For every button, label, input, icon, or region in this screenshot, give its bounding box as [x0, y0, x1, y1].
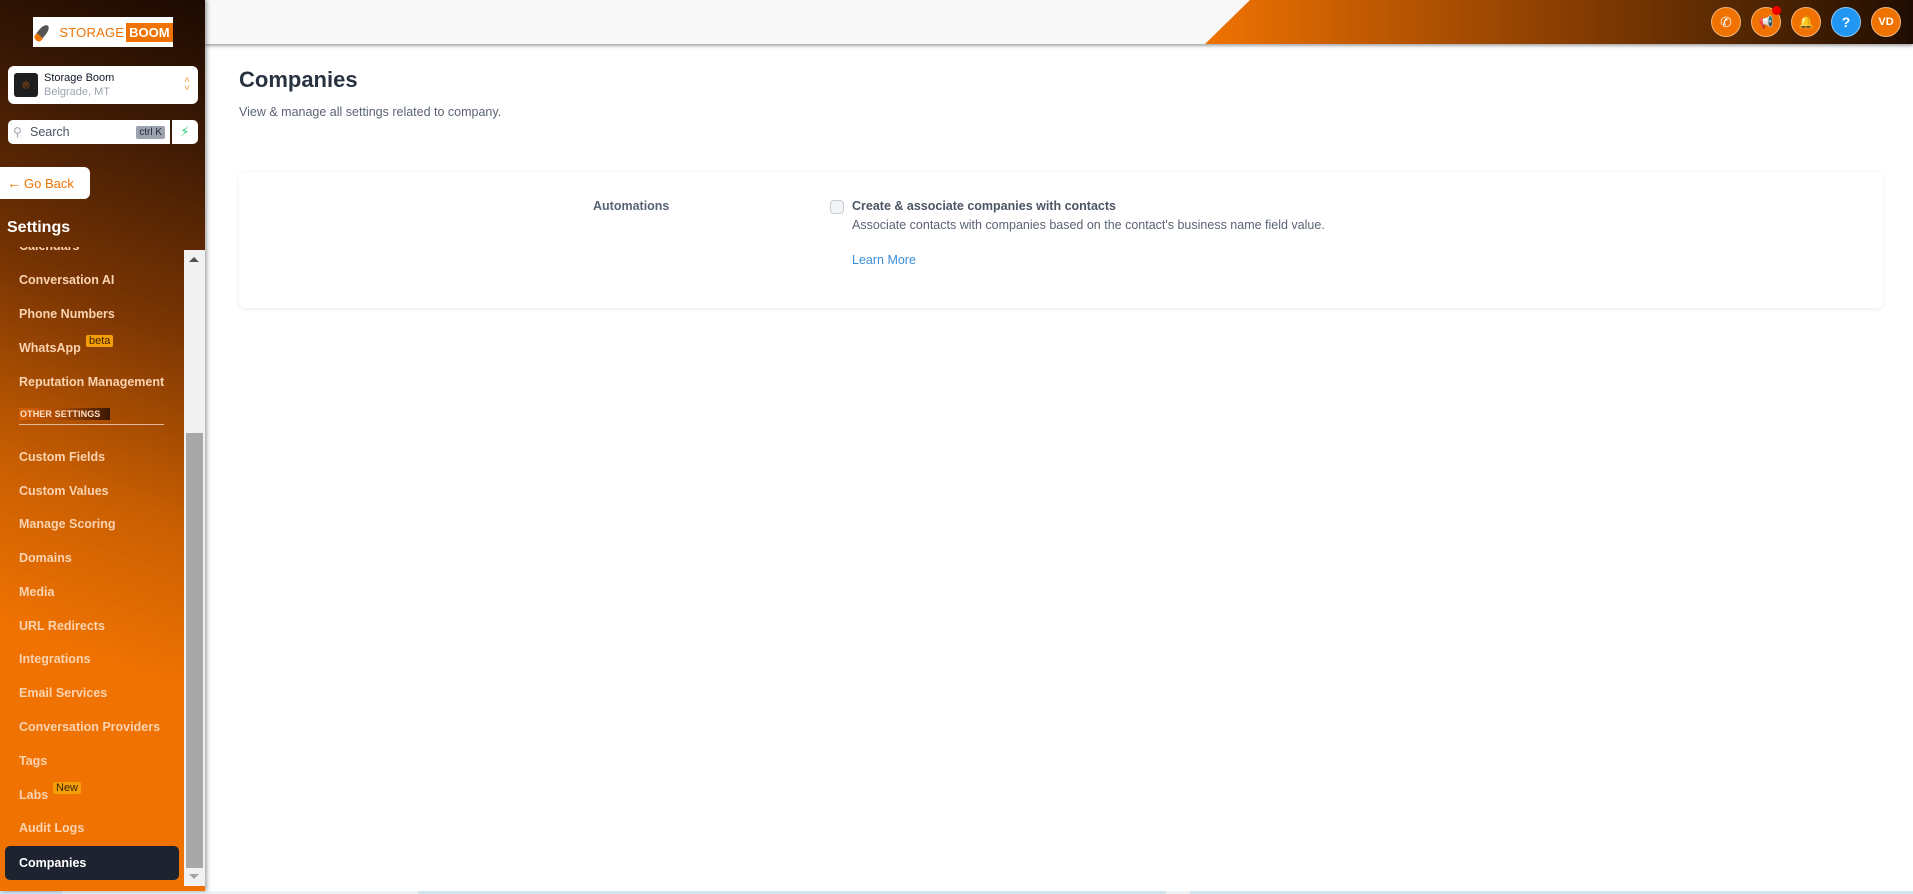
help-icon: ?: [1841, 14, 1851, 30]
phone-button[interactable]: ✆: [1711, 7, 1741, 37]
sidebar: STORAGE BOOM ⌾ Storage Boom Belgrade, MT…: [0, 0, 205, 891]
sidebar-scrollbar[interactable]: [184, 250, 205, 886]
top-header: ✆ 📢 🔔 ? VD: [205, 0, 1913, 44]
sidebar-item-whatsapp[interactable]: WhatsApp beta: [19, 335, 114, 355]
option-description: Associate contacts with companies based …: [852, 218, 1325, 232]
header-actions: ✆ 📢 🔔 ? VD: [1711, 6, 1901, 37]
sidebar-item-tags[interactable]: Tags: [19, 754, 47, 768]
location-switcher[interactable]: ⌾ Storage Boom Belgrade, MT ˄ ˅: [8, 66, 198, 104]
search-icon: ⚲: [13, 125, 22, 139]
page-title: Companies: [239, 67, 358, 92]
go-back-label: Go Back: [24, 175, 74, 191]
sidebar-item-label: Labs: [19, 788, 49, 802]
sidebar-item-label: Domains: [19, 551, 72, 565]
create-associate-companies-checkbox[interactable]: [830, 200, 844, 214]
sidebar-item-custom-fields[interactable]: Custom Fields: [19, 450, 105, 464]
automations-label: Automations: [593, 199, 670, 213]
section-divider: [19, 424, 164, 425]
sidebar-item-label: URL Redirects: [19, 619, 105, 633]
sidebar-item-label: Phone Numbers: [19, 307, 115, 321]
sidebar-item-domains[interactable]: Domains: [19, 551, 72, 565]
location-address: Belgrade, MT: [44, 86, 111, 98]
search-shortcut-badge: ctrl K: [136, 125, 165, 139]
scrollbar-thumb[interactable]: [186, 433, 203, 868]
user-initials: VD: [1878, 16, 1894, 28]
sidebar-item-label: Integrations: [19, 652, 91, 666]
sidebar-item-label: Manage Scoring: [19, 517, 116, 531]
sidebar-item-manage-scoring[interactable]: Manage Scoring: [19, 517, 116, 531]
learn-more-link[interactable]: Learn More: [852, 253, 916, 267]
notifications-button[interactable]: 🔔: [1791, 7, 1821, 37]
sidebar-item-label: Email Services: [19, 686, 108, 700]
sidebar-item-audit-logs[interactable]: Audit Logs: [19, 821, 84, 835]
logo-text-storage: STORAGE: [59, 24, 125, 40]
bell-icon: 🔔: [1798, 15, 1814, 29]
arrow-left-icon: ←: [7, 175, 21, 191]
location-pin-icon: ⌾: [14, 73, 38, 97]
sidebar-item-conversation-ai[interactable]: Conversation AI: [19, 273, 114, 287]
automations-card: Automations Create & associate companies…: [239, 172, 1883, 308]
notification-dot: [1772, 6, 1781, 15]
sidebar-item-label: Tags: [19, 754, 48, 768]
scroll-down-arrow-icon[interactable]: [189, 874, 199, 879]
sidebar-item-label: Reputation Management: [19, 375, 165, 389]
sidebar-item-label: Custom Values: [19, 484, 109, 498]
new-badge: New: [53, 782, 82, 794]
location-name: Storage Boom: [44, 72, 115, 84]
quick-action-button[interactable]: ⚡: [172, 120, 198, 144]
sidebar-item-labs[interactable]: Labs New: [19, 782, 82, 802]
sidebar-item-label: WhatsApp: [19, 341, 81, 355]
settings-heading: Settings: [7, 219, 71, 236]
user-avatar[interactable]: VD: [1871, 7, 1901, 37]
lightning-icon: ⚡: [180, 124, 190, 139]
sidebar-item-media[interactable]: Media: [19, 585, 54, 599]
sidebar-item-email-services[interactable]: Email Services: [19, 686, 107, 700]
sidebar-item-phone-numbers[interactable]: Phone Numbers: [19, 307, 115, 321]
option-title: Create & associate companies with contac…: [852, 199, 1116, 213]
go-back-button[interactable]: ← Go Back: [0, 167, 90, 199]
storage-boom-logo[interactable]: STORAGE BOOM: [33, 17, 173, 47]
search-input[interactable]: ⚲ Search ctrl K: [8, 120, 170, 144]
sidebar-item-integrations[interactable]: Integrations: [19, 652, 91, 666]
rocket-icon: [33, 22, 55, 43]
sidebar-item-label: Custom Fields: [19, 450, 106, 464]
settings-menu: Calendars Conversation AI Phone Numbers …: [0, 247, 184, 887]
sidebar-item-label: Conversation AI: [19, 273, 115, 287]
sidebar-item-label: Audit Logs: [19, 821, 85, 835]
logo-text-boom: BOOM: [126, 22, 173, 42]
sidebar-item-url-redirects[interactable]: URL Redirects: [19, 619, 105, 633]
chevron-up-down-icon: ˄ ˅: [184, 75, 190, 94]
phone-icon: ✆: [1720, 13, 1732, 30]
help-button[interactable]: ?: [1831, 7, 1861, 37]
search-placeholder: Search: [30, 125, 70, 139]
sidebar-item-custom-values[interactable]: Custom Values: [19, 484, 109, 498]
sidebar-item-label: Conversation Providers: [19, 720, 161, 734]
other-settings-section-label: OTHER SETTINGS: [19, 408, 110, 420]
sidebar-item-calendars[interactable]: Calendars: [19, 247, 79, 253]
sidebar-item-conversation-providers[interactable]: Conversation Providers: [19, 720, 160, 734]
page-subtitle: View & manage all settings related to co…: [239, 105, 502, 119]
sidebar-item-reputation-management[interactable]: Reputation Management: [19, 375, 164, 389]
sidebar-item-label: Media: [19, 585, 55, 599]
announcements-button[interactable]: 📢: [1751, 6, 1781, 37]
beta-badge: beta: [86, 335, 114, 347]
sidebar-item-companies[interactable]: Companies: [5, 846, 179, 880]
scroll-up-arrow-icon[interactable]: [189, 257, 199, 262]
sidebar-item-label: Companies: [19, 856, 87, 870]
megaphone-icon: 📢: [1758, 15, 1774, 29]
